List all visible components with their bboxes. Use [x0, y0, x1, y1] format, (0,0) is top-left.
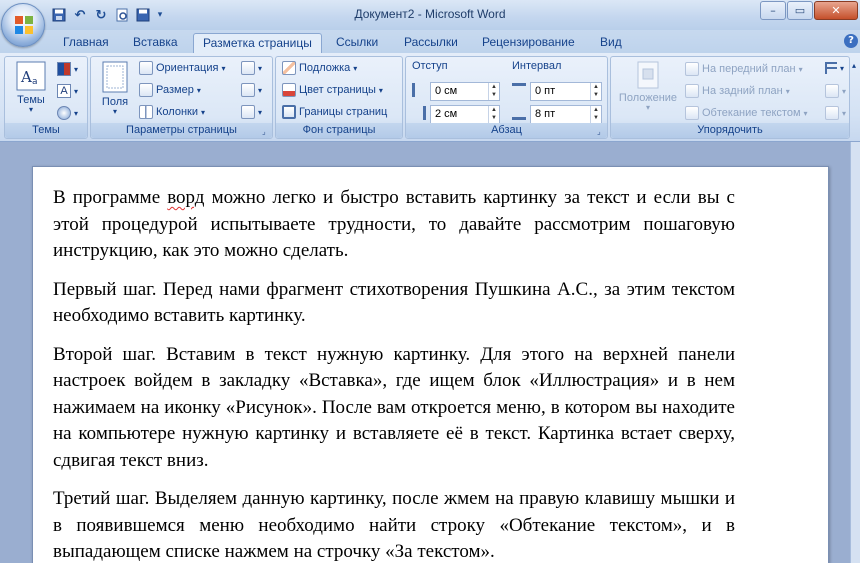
restore-button[interactable]: ▭	[787, 1, 813, 20]
vertical-scrollbar[interactable]	[850, 142, 860, 563]
spacing-after-input[interactable]: 8 пт ▲ ▼	[530, 105, 602, 124]
svg-text:A: A	[20, 68, 32, 86]
minimize-button[interactable]: –	[760, 1, 786, 20]
ribbon: A a Темы ▾ ▾ A ▾ ▾ Темы Поля ▾ Ориентация…	[0, 53, 860, 142]
arrange-group: Положение ▾ На передний план ▾ На задний …	[610, 56, 850, 139]
document-body[interactable]: В программе ворд можно легко и быстро вс…	[53, 185, 735, 563]
tab-view[interactable]: Вид	[591, 33, 631, 53]
tab-home[interactable]: Главная	[54, 33, 118, 53]
help-icon[interactable]: ?	[844, 34, 858, 48]
breaks-icon	[241, 61, 255, 75]
margins-button[interactable]: Поля ▾	[95, 61, 135, 116]
themes-group-label: Темы	[5, 123, 87, 138]
page-setup-launcher-icon[interactable]: ⌟	[262, 128, 270, 136]
text-wrap-button[interactable]: Обтекание текстом ▾	[685, 106, 808, 120]
page-setup-group: Поля ▾ Ориентация ▾ Размер ▾ Колонки ▾ ▾ ▾ …	[90, 56, 273, 139]
indent-left-icon	[412, 83, 426, 97]
spacing-before-icon	[512, 83, 526, 97]
theme-effects-icon	[57, 106, 71, 120]
tab-mailings[interactable]: Рассылки	[395, 33, 467, 53]
bring-front-button[interactable]: На передний план ▾	[685, 62, 803, 76]
orientation-button[interactable]: Ориентация ▾	[139, 61, 225, 75]
indent-right-stepper[interactable]: ▲ ▼	[488, 106, 499, 123]
position-button[interactable]: Положение ▾	[615, 61, 681, 112]
tab-references[interactable]: Ссылки	[327, 33, 387, 53]
size-button[interactable]: Размер ▾	[139, 83, 201, 97]
size-icon	[139, 83, 153, 97]
rotate-icon	[825, 106, 839, 120]
line-numbers-button[interactable]: ▾	[241, 83, 262, 97]
paragraph-3: Второй шаг. Вставим в текст нужную карти…	[53, 343, 735, 471]
paragraph-1: В программе ворд можно легко и быстро вс…	[53, 187, 735, 261]
document-page[interactable]: В программе ворд можно легко и быстро вс…	[32, 166, 829, 563]
ribbon-overflow-icon[interactable]: ▴	[852, 61, 856, 70]
position-icon	[637, 61, 659, 89]
svg-text:a: a	[32, 77, 38, 87]
align-button[interactable]: ▾	[825, 62, 844, 74]
indent-right-icon	[412, 106, 426, 120]
spacing-after-icon	[512, 106, 526, 120]
paragraph-group-label: Абзац	[406, 123, 607, 138]
send-back-icon	[685, 84, 699, 98]
tab-insert[interactable]: Вставка	[124, 33, 187, 53]
margins-icon	[102, 61, 128, 93]
themes-button[interactable]: A a Темы ▾	[9, 61, 53, 114]
window-title: Документ2 - Microsoft Word	[354, 7, 506, 21]
ribbon-tabs: Главная Вставка Разметка страницы Ссылки…	[0, 30, 860, 53]
themes-icon: A a	[16, 61, 46, 91]
page-setup-group-label: Параметры страницы	[91, 123, 272, 138]
theme-colors-button[interactable]: ▾	[57, 62, 78, 76]
align-icon	[825, 62, 837, 74]
indent-right-input[interactable]: 2 см ▲ ▼	[430, 105, 500, 124]
themes-group: A a Темы ▾ ▾ A ▾ ▾ Темы	[4, 56, 88, 139]
arrange-group-label: Упорядочить	[611, 123, 849, 138]
watermark-icon	[282, 61, 296, 75]
text-wrap-icon	[685, 106, 699, 120]
hyphenation-button[interactable]: ▾	[241, 105, 262, 119]
send-back-button[interactable]: На задний план ▾	[685, 84, 790, 98]
theme-colors-icon	[57, 62, 71, 76]
office-logo-icon	[15, 16, 33, 34]
page-background-group-label: Фон страницы	[276, 123, 402, 138]
page-borders-button[interactable]: Границы страниц	[282, 105, 387, 119]
columns-icon	[139, 105, 153, 119]
page-color-button[interactable]: Цвет страницы ▾	[282, 83, 383, 97]
breaks-button[interactable]: ▾	[241, 61, 262, 75]
tab-page-layout[interactable]: Разметка страницы	[193, 33, 322, 53]
theme-fonts-button[interactable]: A ▾	[57, 84, 78, 98]
paragraph-launcher-icon[interactable]: ⌟	[597, 128, 605, 136]
paragraph-group: Отступ Интервал 0 см ▲ ▼ 2 см ▲ ▼ 0 пт ▲ ▼ …	[405, 56, 608, 139]
window-controls: – ▭ ✕	[759, 1, 858, 20]
indent-left-input[interactable]: 0 см ▲ ▼	[430, 82, 500, 101]
rotate-button[interactable]: ▾	[825, 106, 846, 120]
office-button[interactable]	[1, 3, 45, 47]
page-color-icon	[282, 83, 296, 97]
page-background-group: Подложка ▾ Цвет страницы ▾ Границы страниц…	[275, 56, 403, 139]
theme-effects-button[interactable]: ▾	[57, 106, 78, 120]
spacing-before-stepper[interactable]: ▲ ▼	[590, 83, 601, 100]
watermark-button[interactable]: Подложка ▾	[282, 61, 357, 75]
spacing-title: Интервал	[512, 60, 562, 72]
hyphenation-icon	[241, 105, 255, 119]
misspelled-word[interactable]: ворд	[167, 187, 204, 208]
theme-fonts-icon: A	[57, 84, 71, 98]
tab-review[interactable]: Рецензирование	[473, 33, 584, 53]
indent-title: Отступ	[412, 60, 448, 72]
close-button[interactable]: ✕	[814, 1, 858, 20]
spacing-after-stepper[interactable]: ▲ ▼	[590, 106, 601, 123]
columns-button[interactable]: Колонки ▾	[139, 105, 205, 119]
paragraph-4: Третий шаг. Выделяем данную картинку, по…	[53, 488, 735, 562]
orientation-icon	[139, 61, 153, 75]
title-bar: ↶ ↻ ▾ Документ2 - Microsoft Word – ▭ ✕	[0, 0, 860, 30]
group-icon	[825, 84, 839, 98]
page-borders-icon	[282, 105, 296, 119]
paragraph-2: Первый шаг. Перед нами фрагмент стихотво…	[53, 278, 735, 327]
bring-front-icon	[685, 62, 699, 76]
spacing-before-input[interactable]: 0 пт ▲ ▼	[530, 82, 602, 101]
indent-left-stepper[interactable]: ▲ ▼	[488, 83, 499, 100]
group-button[interactable]: ▾	[825, 84, 846, 98]
line-numbers-icon	[241, 83, 255, 97]
